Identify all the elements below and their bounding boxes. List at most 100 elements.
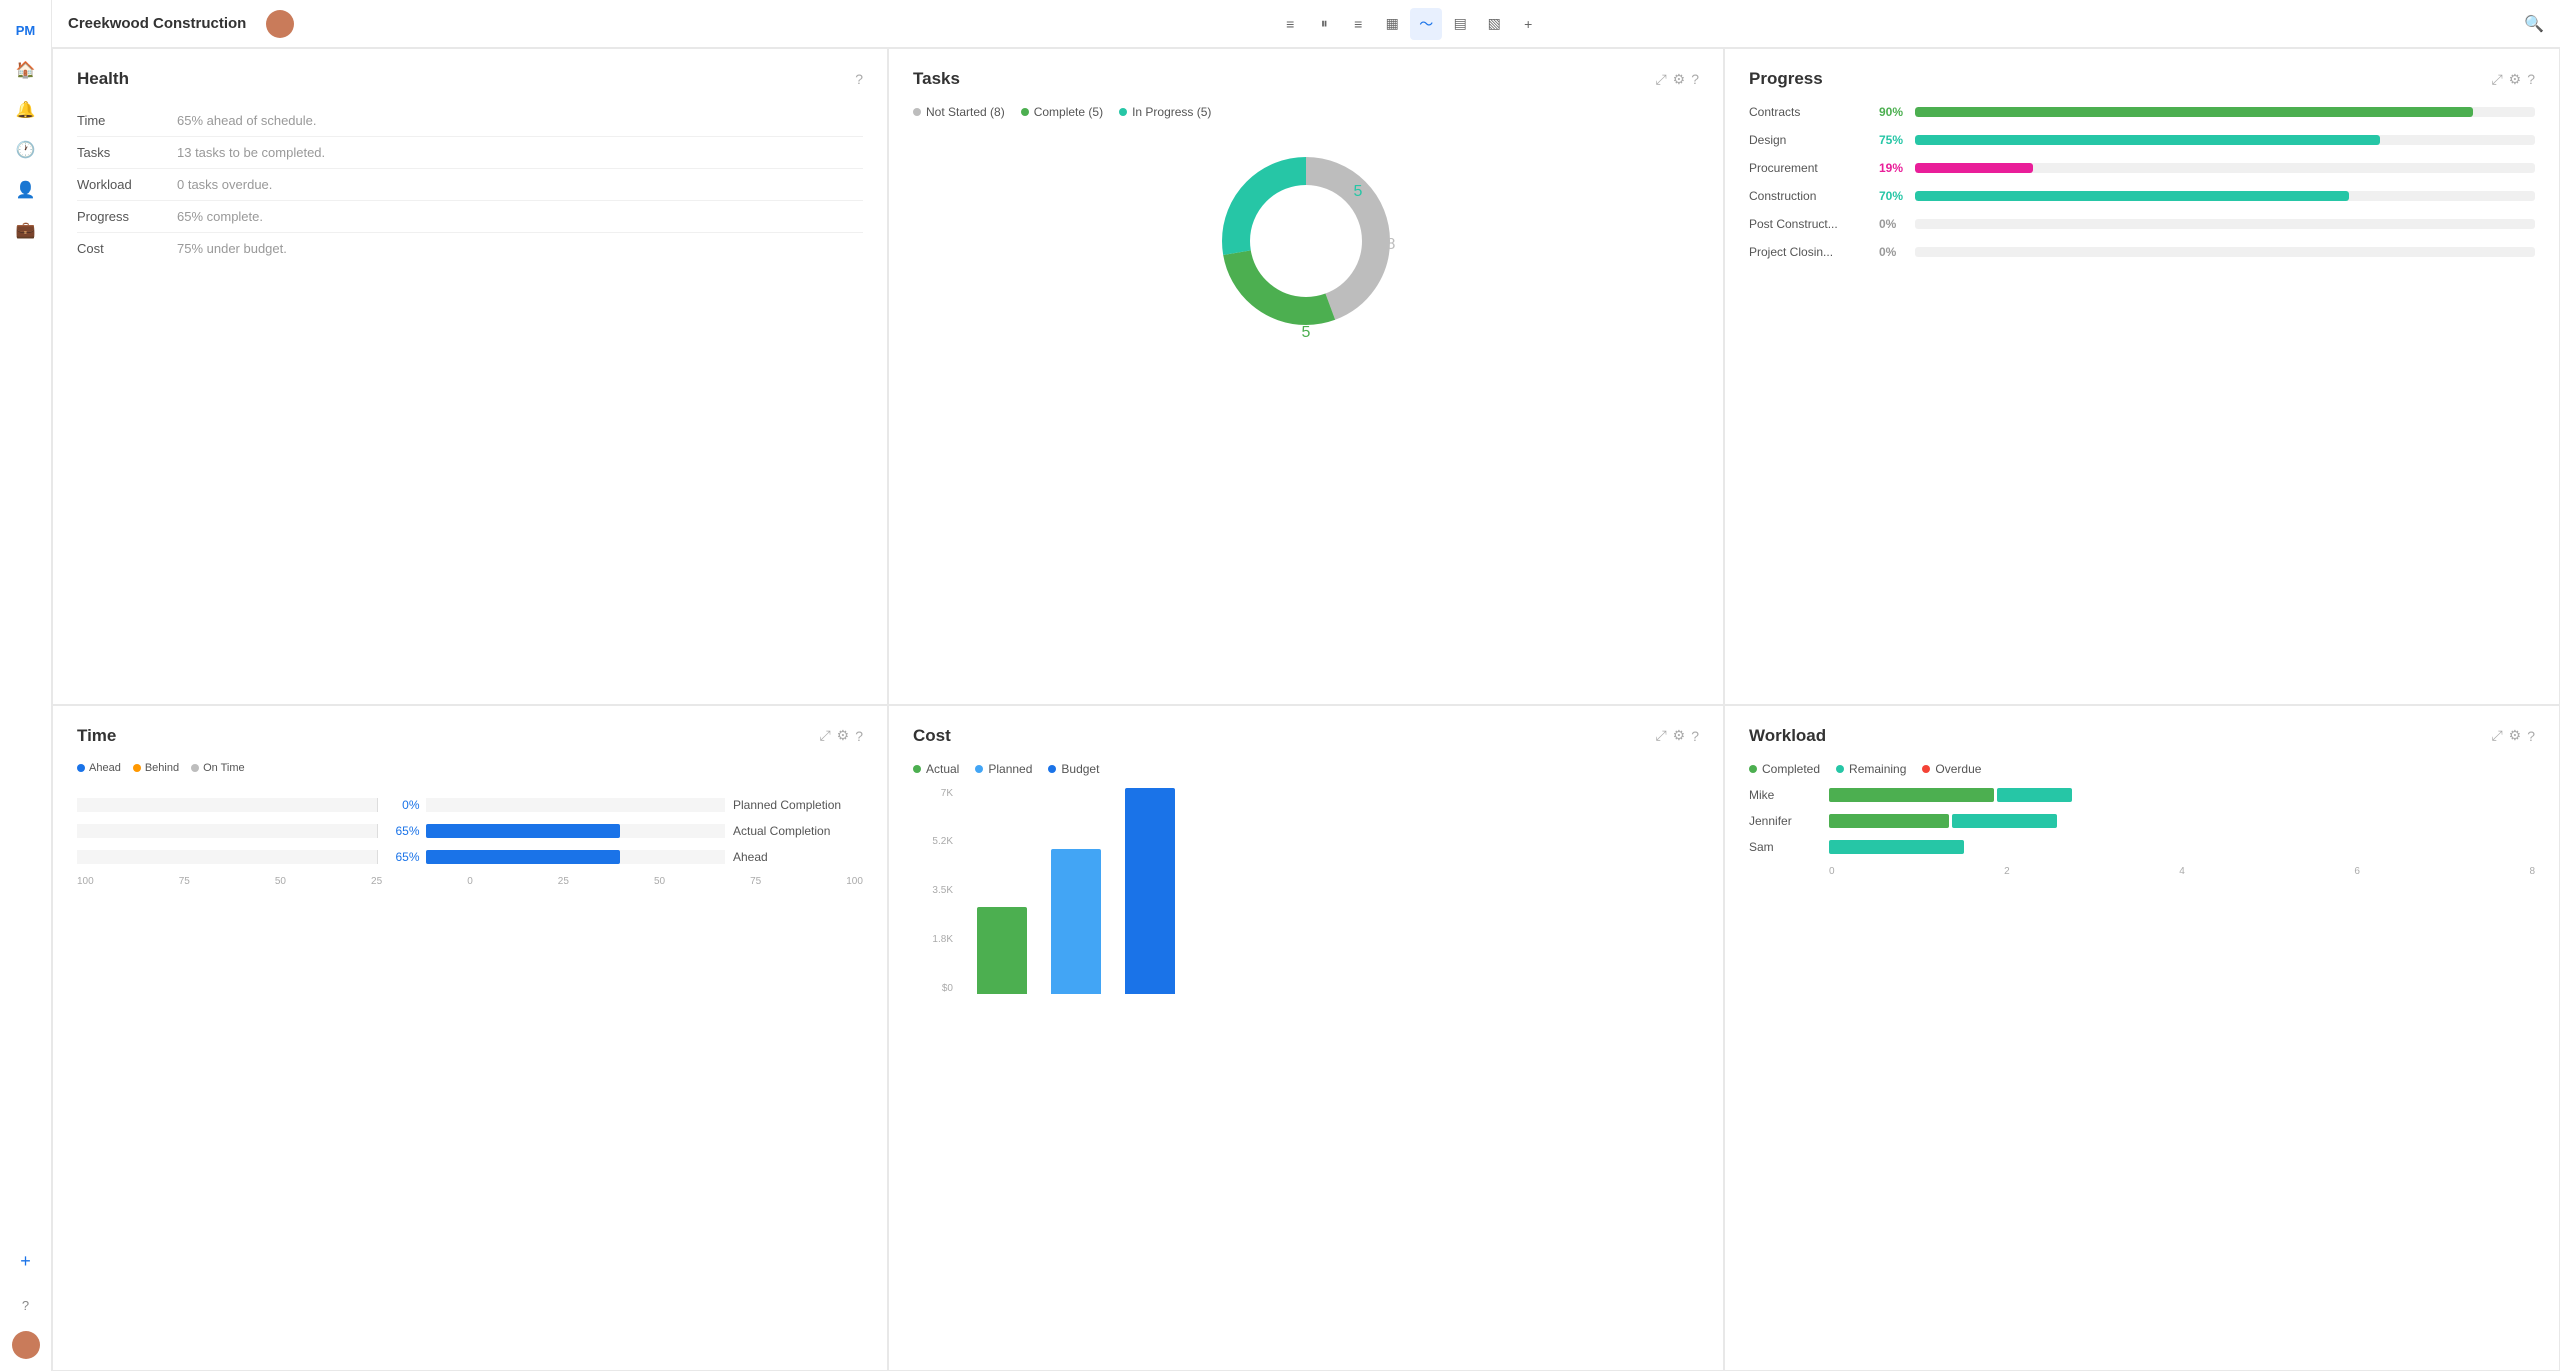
progress-row-pct: 19% (1879, 161, 1915, 175)
cost-legend-label: Planned (988, 762, 1032, 776)
sidebar-pm-logo[interactable]: PM (8, 12, 44, 48)
health-row-value: 65% complete. (177, 209, 263, 224)
time-card-actions: ⤢ ⚙ ? (819, 727, 863, 744)
add-view-icon[interactable]: + (1512, 8, 1544, 40)
workload-person-label: Mike (1749, 788, 1829, 802)
progress-settings-icon[interactable]: ⚙ (2509, 71, 2522, 88)
time-right-track (426, 850, 726, 864)
cost-expand-icon[interactable]: ⤢ (1655, 727, 1666, 744)
rows-view-icon[interactable]: ≡ (1342, 8, 1374, 40)
progress-row-label: Procurement (1749, 161, 1879, 175)
workload-legend-item: Completed (1749, 762, 1820, 776)
table-view-icon[interactable]: ▦ (1376, 8, 1408, 40)
sidebar-notifications[interactable]: 🔔 (8, 92, 44, 128)
progress-card-header: Progress ⤢ ⚙ ? (1749, 69, 2535, 89)
search-icon[interactable]: 🔍 (2524, 14, 2544, 34)
cost-y-label: 1.8K (913, 934, 953, 945)
time-legend-label: Ahead (89, 762, 121, 774)
calendar-view-icon[interactable]: ▤ (1444, 8, 1476, 40)
columns-view-icon[interactable]: ⏸ (1308, 8, 1340, 40)
progress-row-label: Contracts (1749, 105, 1879, 119)
workload-person-bars (1829, 840, 2535, 854)
cost-card-header: Cost ⤢ ⚙ ? (913, 726, 1699, 746)
dashboard: Health ? Time65% ahead of schedule.Tasks… (52, 48, 2560, 1371)
sidebar-avatar[interactable] (12, 1331, 40, 1359)
time-row-label: Actual Completion (733, 824, 863, 838)
progress-row-label: Design (1749, 133, 1879, 147)
time-row-pct: 0% (378, 798, 420, 812)
progress-expand-icon[interactable]: ⤢ (2491, 71, 2502, 88)
topbar-view-icons: ≡ ⏸ ≡ ▦ 〜 ▤ ▧ + (1274, 8, 1544, 40)
cost-y-label: 5.2K (913, 836, 953, 847)
sidebar-time[interactable]: 🕐 (8, 132, 44, 168)
time-expand-icon[interactable]: ⤢ (819, 727, 830, 744)
sidebar-add[interactable]: + (8, 1243, 44, 1279)
cost-chart: 7K5.2K3.5K1.8K$0 (913, 788, 1699, 1018)
workload-bar (1997, 788, 2072, 802)
workload-row: Jennifer (1749, 814, 2535, 828)
workload-legend-label: Completed (1762, 762, 1820, 776)
progress-fill (1915, 163, 2033, 173)
workload-expand-icon[interactable]: ⤢ (2491, 727, 2502, 744)
sidebar-help[interactable]: ? (8, 1287, 44, 1323)
progress-row-label: Post Construct... (1749, 217, 1879, 231)
time-axis: 1007550250255075100 (77, 876, 863, 887)
workload-legend-label: Overdue (1935, 762, 1981, 776)
time-help-icon[interactable]: ? (855, 728, 863, 744)
health-card: Health ? Time65% ahead of schedule.Tasks… (52, 48, 888, 705)
progress-help-icon[interactable]: ? (2527, 71, 2535, 87)
tasks-settings-icon[interactable]: ⚙ (1673, 71, 1686, 88)
workload-chart: MikeJenniferSam02468 (1749, 788, 2535, 877)
sidebar-home[interactable]: 🏠 (8, 52, 44, 88)
workload-card-header: Workload ⤢ ⚙ ? (1749, 726, 2535, 746)
workload-legend-dot (1836, 765, 1844, 773)
progress-row-pct: 70% (1879, 189, 1915, 203)
health-row-label: Tasks (77, 145, 177, 160)
progress-row: Procurement 19% (1749, 161, 2535, 175)
time-settings-icon[interactable]: ⚙ (837, 727, 850, 744)
cost-actual-bar (977, 907, 1027, 994)
time-legend-label: Behind (145, 762, 179, 774)
cost-legend-dot (975, 765, 983, 773)
progress-fill (1915, 135, 2380, 145)
time-legend-item: Ahead (77, 762, 121, 774)
sidebar-people[interactable]: 👤 (8, 172, 44, 208)
health-row: Cost75% under budget. (77, 233, 863, 264)
time-title: Time (77, 726, 116, 746)
workload-card: Workload ⤢ ⚙ ? CompletedRemainingOverdue… (1724, 705, 2560, 1371)
time-chart-row: 65%Ahead (77, 850, 863, 864)
legend-label: In Progress (5) (1132, 105, 1211, 119)
health-row-value: 75% under budget. (177, 241, 287, 256)
tasks-expand-icon[interactable]: ⤢ (1655, 71, 1666, 88)
time-legend-dot (77, 764, 85, 772)
tasks-legend: Not Started (8)Complete (5)In Progress (… (913, 105, 1699, 119)
workload-person-label: Jennifer (1749, 814, 1829, 828)
tasks-card-header: Tasks ⤢ ⚙ ? (913, 69, 1699, 89)
time-legend-item: On Time (191, 762, 245, 774)
time-legend-dot (133, 764, 141, 772)
tasks-legend-item: In Progress (5) (1119, 105, 1211, 119)
health-help-icon[interactable]: ? (855, 71, 863, 87)
progress-title: Progress (1749, 69, 1823, 89)
cost-card-actions: ⤢ ⚙ ? (1655, 727, 1699, 744)
progress-row-pct: 0% (1879, 217, 1915, 231)
progress-row-pct: 75% (1879, 133, 1915, 147)
project-title: Creekwood Construction (68, 15, 246, 32)
cost-help-icon[interactable]: ? (1691, 728, 1699, 744)
health-row-label: Cost (77, 241, 177, 256)
progress-row: Design 75% (1749, 133, 2535, 147)
topbar-avatar[interactable] (266, 10, 294, 38)
workload-bar (1829, 814, 1949, 828)
progress-fill (1915, 191, 2349, 201)
workload-settings-icon[interactable]: ⚙ (2509, 727, 2522, 744)
cost-settings-icon[interactable]: ⚙ (1673, 727, 1686, 744)
donut-chart: 5 8 5 (1206, 141, 1406, 341)
tasks-card: Tasks ⤢ ⚙ ? Not Started (8)Complete (5)I… (888, 48, 1724, 705)
chart-view-icon[interactable]: 〜 (1410, 8, 1442, 40)
sidebar-briefcase[interactable]: 💼 (8, 212, 44, 248)
doc-view-icon[interactable]: ▧ (1478, 8, 1510, 40)
workload-help-icon[interactable]: ? (2527, 728, 2535, 744)
tasks-card-actions: ⤢ ⚙ ? (1655, 71, 1699, 88)
tasks-help-icon[interactable]: ? (1691, 71, 1699, 87)
list-view-icon[interactable]: ≡ (1274, 8, 1306, 40)
